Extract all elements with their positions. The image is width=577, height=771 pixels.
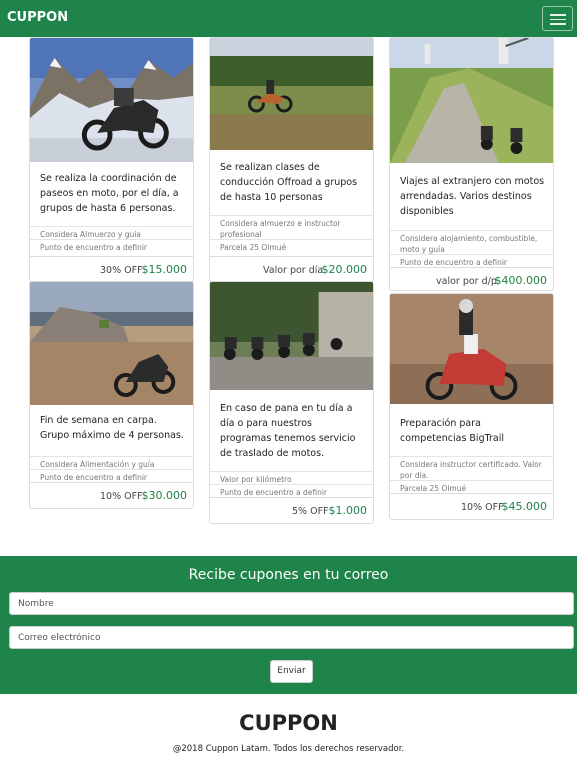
card-detail-text: Punto de encuentro a definir [40,243,148,252]
price-label: $20.000 [321,263,368,276]
card-footer: Valor por día $20.000 [210,256,373,281]
coupon-card[interactable]: Se realiza la coordinación de paseos en … [29,37,194,282]
card-footer: 10% OFF $30.000 [30,482,193,507]
card-detail: Punto de encuentro a definir [30,239,193,252]
card-detail: Considera Alimentación y guía [30,456,193,469]
price-label: $400.000 [494,274,548,287]
card-detail-text: Considera alojamiento, combustible, moto… [400,234,538,254]
card-detail-text: Punto de encuentro a definir [400,258,508,267]
coupon-card[interactable]: En caso de pana en tu día a día o para n… [209,281,374,524]
price-label: $45.000 [501,500,548,513]
submit-button[interactable]: Enviar [270,660,313,683]
discount-label: 5% OFF [292,506,329,517]
card-footer: 5% OFF $1.000 [210,497,373,522]
card-detail: Parcela 25 Olmué [390,480,553,493]
card-image [30,38,193,162]
card-image [210,282,373,390]
coupon-card[interactable]: Se realizan clases de conducción Offroad… [209,37,374,282]
card-detail-text: Punto de encuentro a definir [220,488,328,497]
card-detail: Considera almuerzo e instructor profesio… [210,215,373,239]
card-detail-text: Valor por kilómetro [220,475,292,484]
card-footer: valor por d/p $400.000 [390,267,553,290]
card-image [390,38,553,163]
card-footer: 10% OFF $45.000 [390,493,553,518]
card-detail-text: Considera almuerzo e instructor profesio… [220,219,341,239]
email-input[interactable] [9,626,574,649]
price-label: $1.000 [328,504,368,517]
card-description: Viajes al extranjero con motos arrendada… [400,176,545,217]
card-detail-text: Parcela 25 Olmué [220,243,287,252]
hamburger-menu-icon[interactable] [542,6,573,31]
name-input[interactable] [9,592,574,615]
card-detail-text: Punto de encuentro a definir [40,473,148,482]
card-detail: Considera instructor certificado. Valor … [390,456,553,480]
card-detail: Punto de encuentro a definir [210,484,373,497]
card-detail-text: Considera instructor certificado. Valor … [400,460,542,480]
subscribe-title: Recibe cupones en tu correo [188,567,389,583]
price-label: $30.000 [141,489,188,502]
coupon-card[interactable]: Fin de semana en carpa. Grupo máximo de … [29,281,194,509]
footer-brand: CUPPON [239,711,338,735]
card-description: En caso de pana en tu día a día o para n… [220,403,356,459]
card-detail: Punto de encuentro a definir [390,254,553,267]
card-description: Fin de semana en carpa. Grupo máximo de … [40,415,184,441]
card-detail: Considera alojamiento, combustible, moto… [390,230,553,254]
navbar: CUPPON [0,0,577,37]
card-description: Se realizan clases de conducción Offroad… [220,162,358,203]
discount-label: 10% OFF [100,491,143,502]
price-label: $15.000 [141,263,188,276]
footer-copyright: @2018 Cuppon Latam. Todos los derechos r… [172,744,405,754]
coupon-card[interactable]: Viajes al extranjero con motos arrendada… [389,37,554,291]
card-description: Preparación para competencias BigTrail [400,418,505,444]
coupon-card[interactable]: Preparación para competencias BigTrail C… [389,293,554,520]
card-detail-text: Parcela 25 Olmué [400,484,467,493]
card-footer: 30% OFF $15.000 [30,256,193,281]
card-detail: Punto de encuentro a definir [30,469,193,482]
card-detail: Valor por kilómetro [210,471,373,484]
navbar-brand[interactable]: CUPPON [7,10,68,25]
card-detail-text: Considera Alimentación y guía [40,460,155,469]
discount-label: Valor por día [263,265,324,276]
subscribe-section: Recibe cupones en tu correo Enviar [0,556,577,694]
card-detail: Considera Almuerzo y guía [30,226,193,239]
discount-label: valor por d/p [436,276,497,287]
discount-label: 30% OFF [100,265,143,276]
card-description: Se realiza la coordinación de paseos en … [40,173,179,214]
discount-label: 10% OFF [461,502,504,513]
card-image [210,38,373,150]
card-detail-text: Considera Almuerzo y guía [40,230,141,239]
card-image [390,294,553,404]
card-detail: Parcela 25 Olmué [210,239,373,252]
card-image [30,282,193,405]
